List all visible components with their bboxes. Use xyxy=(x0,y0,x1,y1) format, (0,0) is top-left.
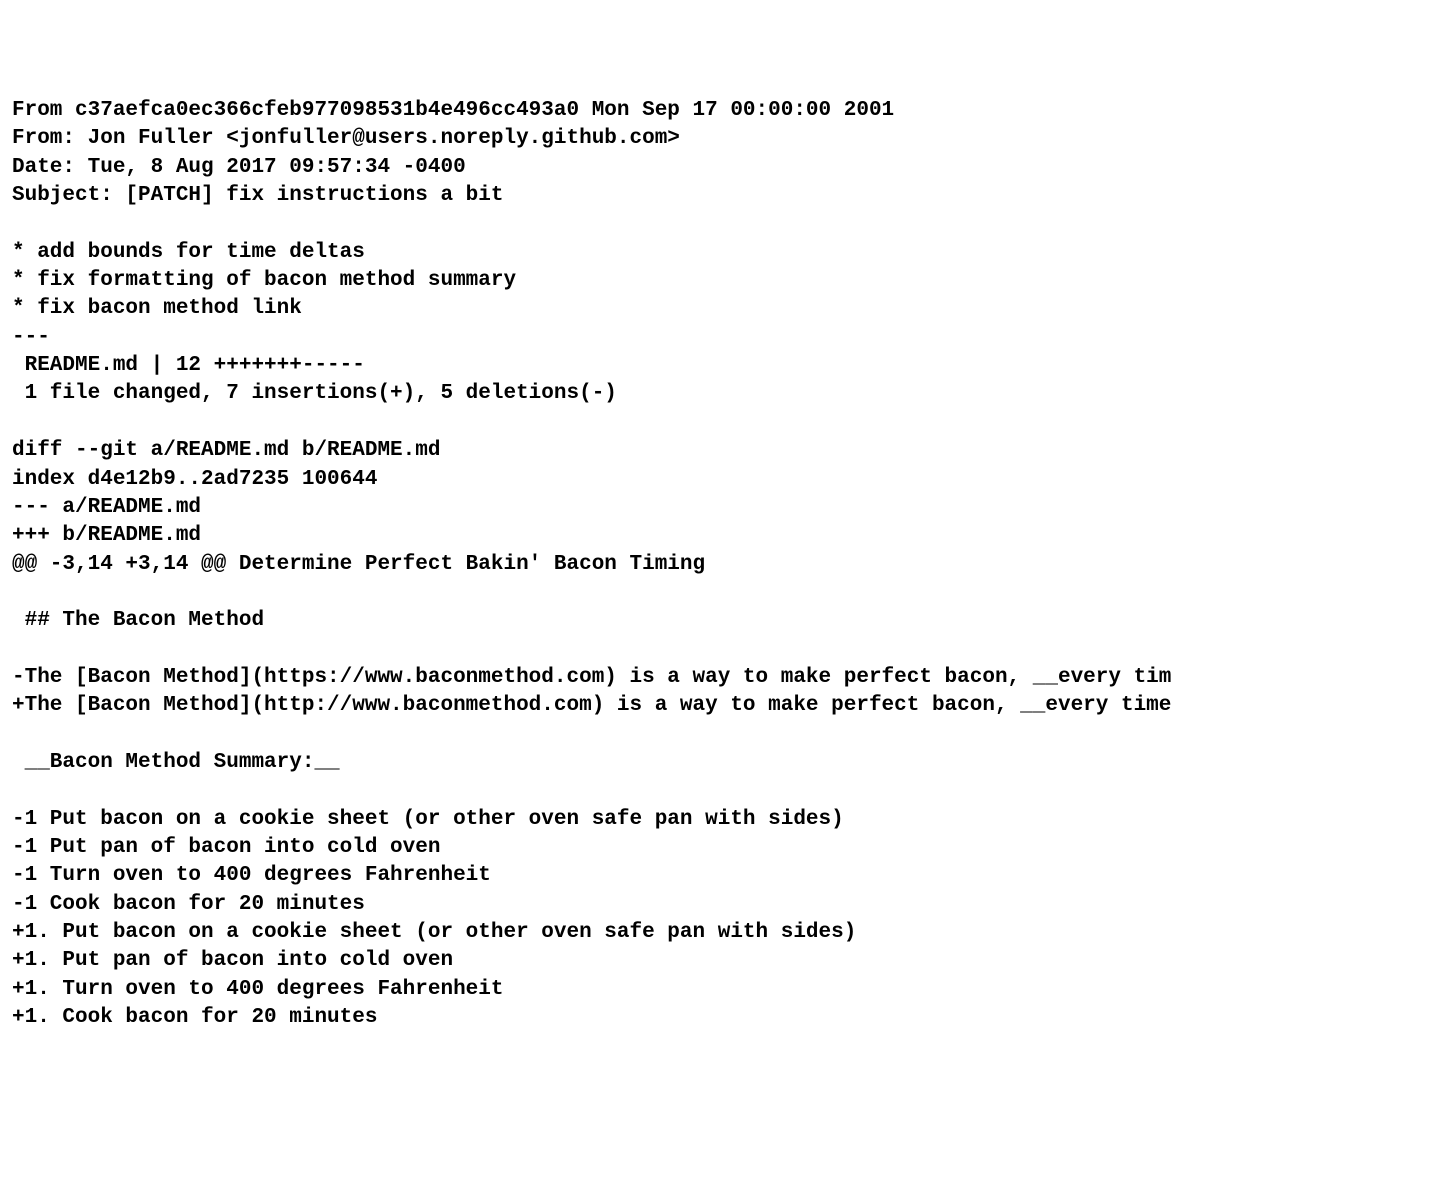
patch-line: -The [Bacon Method](https://www.baconmet… xyxy=(12,664,1438,692)
patch-line xyxy=(12,636,1438,664)
patch-line: * fix formatting of bacon method summary xyxy=(12,267,1438,295)
git-patch-text: From c37aefca0ec366cfeb977098531b4e496cc… xyxy=(12,97,1438,1032)
patch-line: * fix bacon method link xyxy=(12,295,1438,323)
patch-line: From: Jon Fuller <jonfuller@users.norepl… xyxy=(12,125,1438,153)
patch-line: index d4e12b9..2ad7235 100644 xyxy=(12,466,1438,494)
patch-line: README.md | 12 +++++++----- xyxy=(12,352,1438,380)
patch-line xyxy=(12,210,1438,238)
patch-line xyxy=(12,579,1438,607)
patch-line: Date: Tue, 8 Aug 2017 09:57:34 -0400 xyxy=(12,154,1438,182)
patch-line: @@ -3,14 +3,14 @@ Determine Perfect Baki… xyxy=(12,551,1438,579)
patch-line: +1. Put bacon on a cookie sheet (or othe… xyxy=(12,919,1438,947)
patch-line: +++ b/README.md xyxy=(12,522,1438,550)
patch-line xyxy=(12,409,1438,437)
patch-line: diff --git a/README.md b/README.md xyxy=(12,437,1438,465)
patch-line: -1 Put bacon on a cookie sheet (or other… xyxy=(12,806,1438,834)
patch-line: +1. Cook bacon for 20 minutes xyxy=(12,1004,1438,1032)
patch-line: --- xyxy=(12,324,1438,352)
patch-line: 1 file changed, 7 insertions(+), 5 delet… xyxy=(12,380,1438,408)
patch-line xyxy=(12,777,1438,805)
patch-line: +The [Bacon Method](http://www.baconmeth… xyxy=(12,692,1438,720)
patch-line: ## The Bacon Method xyxy=(12,607,1438,635)
patch-line: Subject: [PATCH] fix instructions a bit xyxy=(12,182,1438,210)
patch-line: +1. Put pan of bacon into cold oven xyxy=(12,947,1438,975)
patch-line: -1 Turn oven to 400 degrees Fahrenheit xyxy=(12,862,1438,890)
patch-line xyxy=(12,721,1438,749)
patch-line: From c37aefca0ec366cfeb977098531b4e496cc… xyxy=(12,97,1438,125)
patch-line: __Bacon Method Summary:__ xyxy=(12,749,1438,777)
patch-line: -1 Put pan of bacon into cold oven xyxy=(12,834,1438,862)
patch-line: -1 Cook bacon for 20 minutes xyxy=(12,891,1438,919)
patch-line: +1. Turn oven to 400 degrees Fahrenheit xyxy=(12,976,1438,1004)
patch-line: * add bounds for time deltas xyxy=(12,239,1438,267)
patch-line: --- a/README.md xyxy=(12,494,1438,522)
